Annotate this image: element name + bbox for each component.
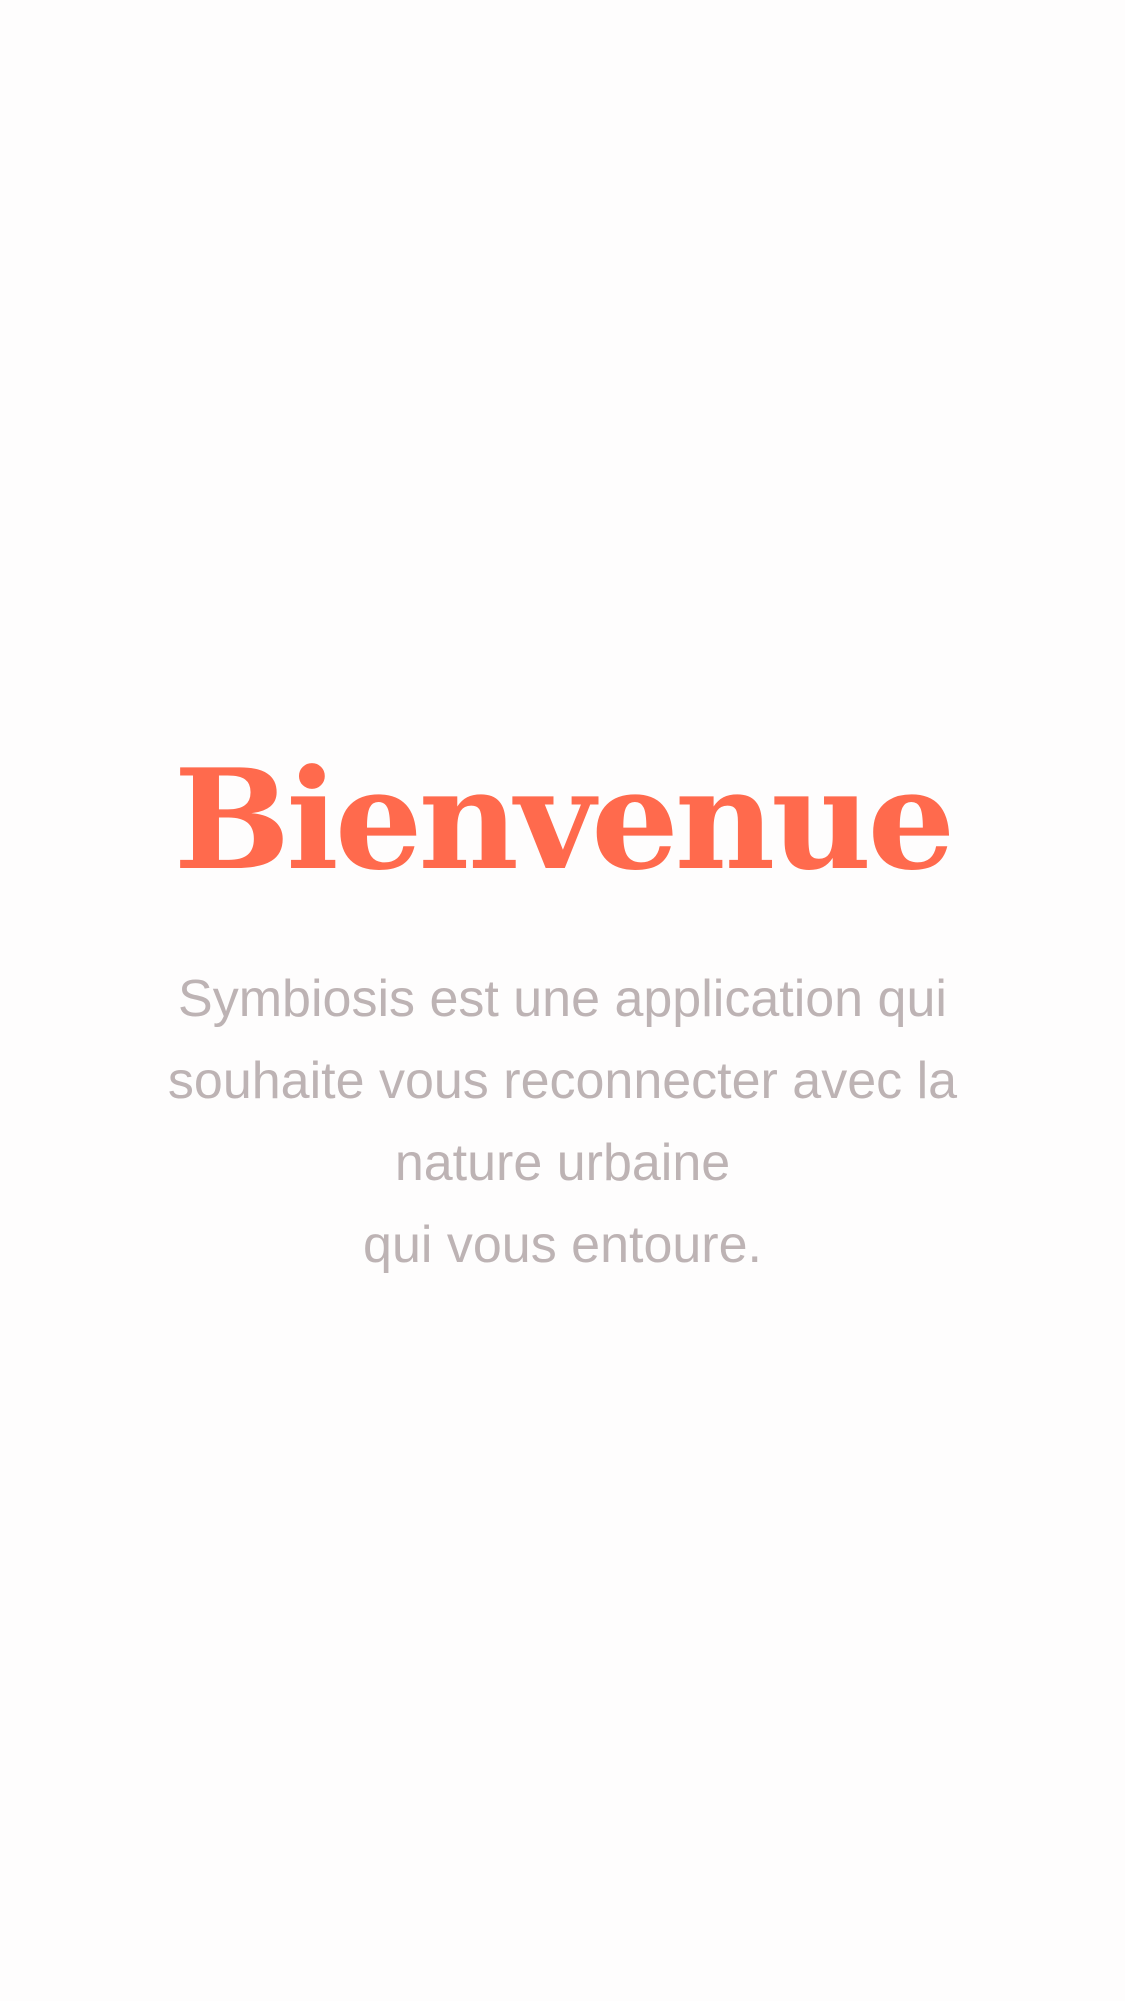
welcome-description-line: Symbiosis est une application qui xyxy=(178,970,947,1028)
welcome-description-line: qui vous entoure. xyxy=(363,1216,762,1274)
welcome-description-line: souhaite vous reconnecter avec la xyxy=(167,1052,958,1110)
welcome-screen: Bienvenue Symbiosis est une application … xyxy=(0,0,1125,2001)
welcome-description-line: nature urbaine xyxy=(394,1134,731,1192)
welcome-title: Bienvenue xyxy=(173,738,956,901)
welcome-description: Symbiosis est une application qui souhai… xyxy=(112,958,1013,1286)
